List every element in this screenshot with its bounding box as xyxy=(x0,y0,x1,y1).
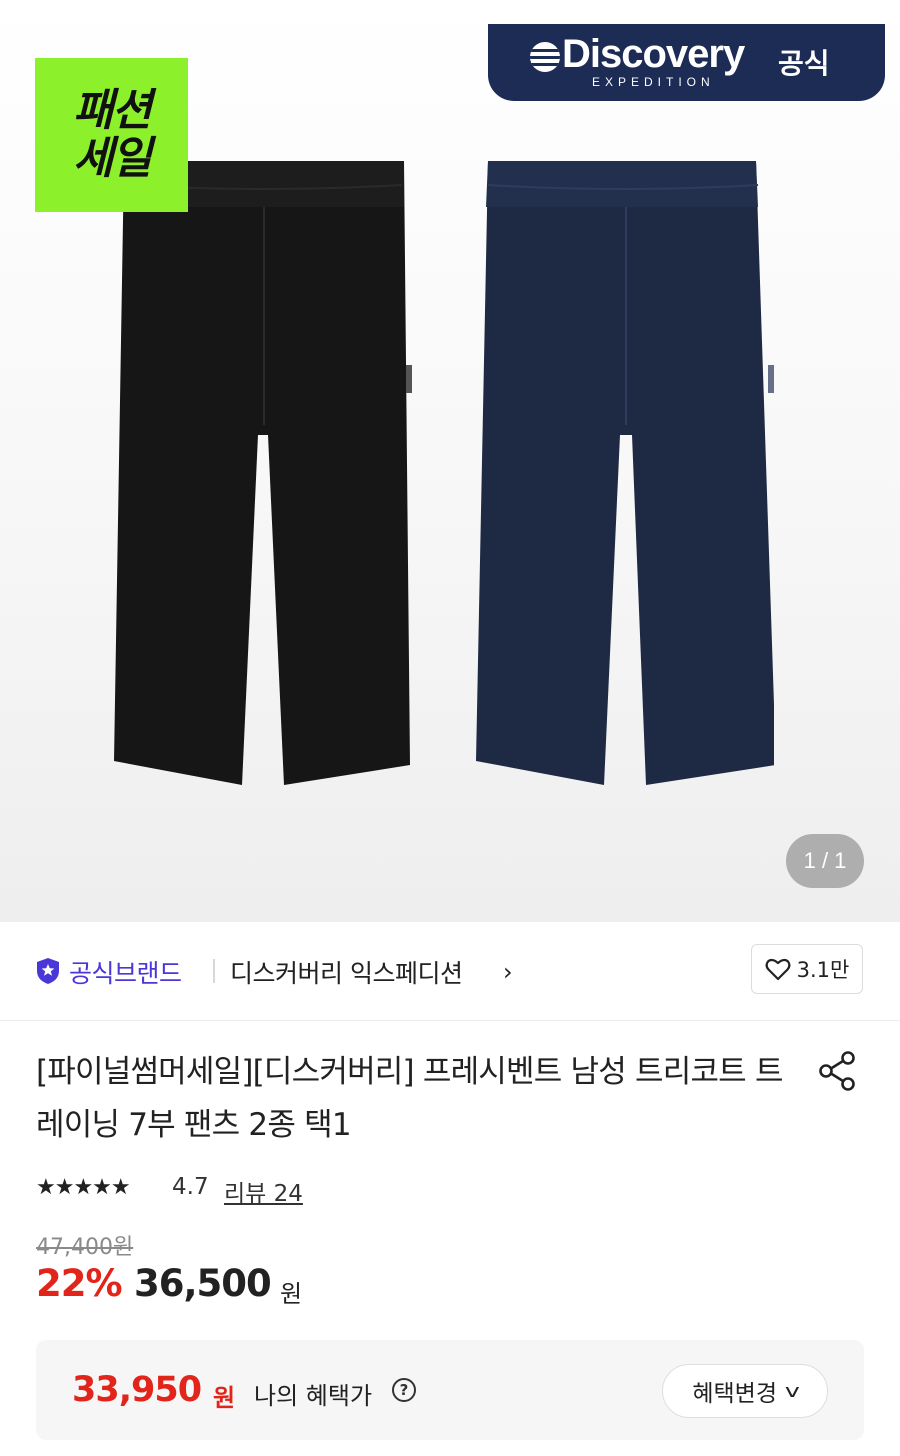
original-price: 47,400원 xyxy=(36,1235,134,1260)
brand-logo-subtext: EXPEDITION xyxy=(592,75,715,89)
share-icon[interactable] xyxy=(815,1049,859,1093)
sale-price: 36,500 xyxy=(134,1262,272,1305)
product-image-gallery[interactable]: 패션 세일 Discovery EXPEDITION 공식 1 / 1 xyxy=(0,0,900,922)
benefit-change-label: 혜택변경 xyxy=(692,1381,777,1407)
brand-logo-text: Discovery xyxy=(562,32,745,76)
brand-official-text: 공식 xyxy=(778,47,830,80)
navy-pants-image xyxy=(476,161,774,785)
brand-row-divider xyxy=(213,959,215,983)
heart-icon xyxy=(765,958,791,981)
chevron-down-icon: v xyxy=(784,1380,800,1402)
discovery-globe-icon xyxy=(530,42,560,72)
benefit-price-label: 나의 혜택가 xyxy=(254,1382,373,1410)
black-pants-image xyxy=(114,161,412,785)
review-count-link[interactable]: 리뷰 24 xyxy=(224,1174,303,1208)
brand-store-link[interactable]: 디스커버리 익스페디션 xyxy=(230,954,463,990)
sale-badge-line1: 패션 xyxy=(73,85,152,136)
like-button[interactable]: 3.1만 xyxy=(751,944,863,994)
sale-price-unit: 원 xyxy=(280,1280,303,1308)
brand-official-banner: Discovery EXPEDITION 공식 xyxy=(488,24,885,101)
product-title: [파이널썸머세일][디스커버리] 프레시벤트 남성 트리코트 트레이닝 7부 팬… xyxy=(36,1054,783,1143)
chevron-right-icon[interactable]: › xyxy=(503,958,513,986)
official-brand-shield-icon xyxy=(37,958,59,984)
sale-badge-line2: 세일 xyxy=(73,133,152,184)
benefit-price: 33,950 xyxy=(72,1370,202,1410)
benefit-price-box: 33,950 원 나의 혜택가 ? 혜택변경 v xyxy=(36,1340,864,1440)
rating-value: 4.7 xyxy=(172,1174,209,1200)
official-brand-label: 공식브랜드 xyxy=(69,959,182,988)
rating-stars: ★★★★★ xyxy=(36,1175,131,1200)
benefit-price-unit: 원 xyxy=(213,1384,236,1412)
benefit-change-button[interactable]: 혜택변경 v xyxy=(662,1364,828,1418)
image-page-counter: 1 / 1 xyxy=(786,834,864,888)
discount-rate: 22% xyxy=(36,1262,123,1305)
fashion-sale-badge: 패션 세일 xyxy=(35,58,188,212)
like-count: 3.1만 xyxy=(796,958,850,982)
brand-row: 공식브랜드 디스커버리 익스페디션 › 3.1만 xyxy=(0,922,900,1021)
help-icon[interactable]: ? xyxy=(392,1378,416,1402)
